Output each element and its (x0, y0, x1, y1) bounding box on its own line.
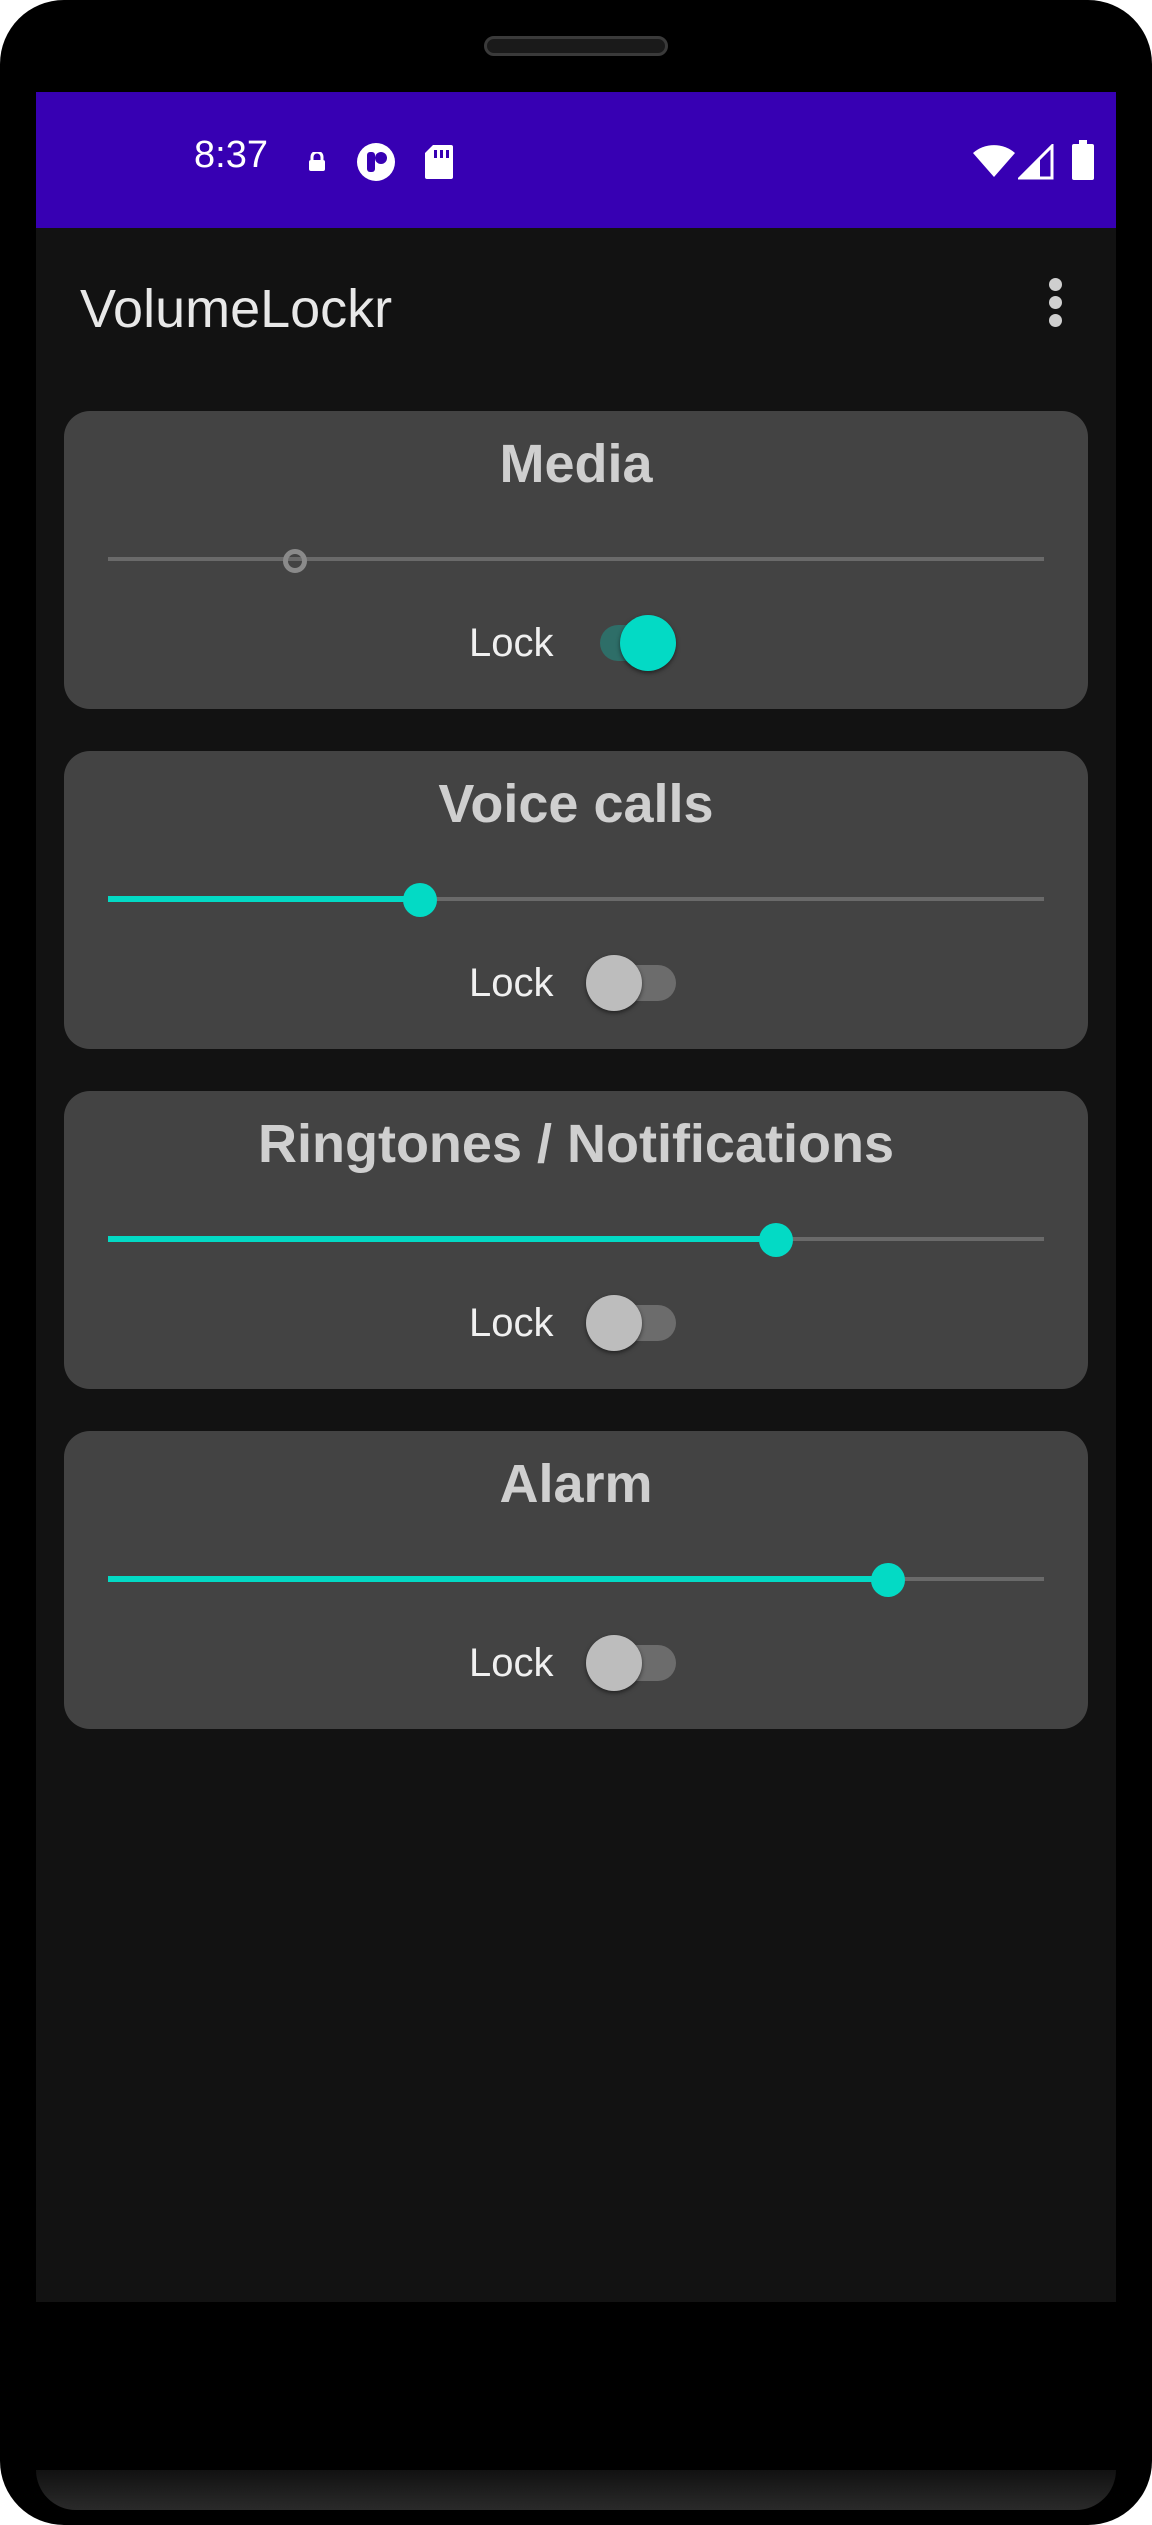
slider-thumb[interactable] (402, 883, 437, 917)
volume-slider[interactable] (108, 1219, 1044, 1259)
screen: 8:37 VolumeLockr Media Lock Voice calls … (36, 92, 1116, 2302)
more-vert-icon[interactable] (1036, 272, 1076, 332)
sd-card-icon (425, 145, 453, 179)
lock-label: Lock (469, 1641, 554, 1685)
lock-label: Lock (469, 1301, 554, 1345)
switch-thumb (586, 1295, 642, 1351)
slider-fill (108, 896, 420, 902)
status-bar: 8:37 (36, 92, 1116, 228)
app-notification-icon (357, 143, 395, 181)
lock-switch[interactable] (586, 1295, 688, 1351)
lock-label: Lock (469, 621, 554, 665)
lock-switch[interactable] (586, 1635, 688, 1691)
volume-slider[interactable] (108, 879, 1044, 919)
stream-title: Media (499, 434, 653, 494)
slider-thumb[interactable] (870, 1563, 905, 1597)
stream-card: Alarm Lock (64, 1431, 1088, 1729)
stream-title: Alarm (499, 1454, 653, 1514)
lock-label: Lock (469, 961, 554, 1005)
slider-thumb[interactable] (759, 1223, 794, 1257)
stream-card: Media Lock (64, 411, 1088, 709)
volume-slider[interactable] (108, 539, 1044, 579)
volume-slider[interactable] (108, 1559, 1044, 1599)
phone-chin (36, 2470, 1116, 2510)
status-time: 8:37 (194, 134, 268, 176)
app-title: VolumeLockr (80, 279, 393, 339)
app-bar: VolumeLockr (36, 228, 1116, 396)
battery-icon (1072, 140, 1094, 180)
switch-thumb (586, 955, 642, 1011)
wifi-icon (973, 145, 1015, 177)
phone-frame: 8:37 VolumeLockr Media Lock Voice calls … (0, 0, 1152, 2525)
signal-icon (1018, 144, 1054, 180)
speaker-grille (484, 36, 668, 56)
slider-track (108, 557, 1044, 561)
lock-switch[interactable] (586, 615, 688, 671)
stream-title: Voice calls (438, 774, 714, 834)
slider-fill (108, 1236, 777, 1242)
slider-thumb[interactable] (283, 549, 308, 573)
lock-switch[interactable] (586, 955, 688, 1011)
switch-thumb (620, 615, 676, 671)
stream-card: Voice calls Lock (64, 751, 1088, 1049)
stream-card: Ringtones / Notifications Lock (64, 1091, 1088, 1389)
stream-title: Ringtones / Notifications (257, 1114, 894, 1174)
slider-fill (108, 1576, 888, 1582)
lock-icon (309, 152, 325, 171)
switch-thumb (586, 1635, 642, 1691)
